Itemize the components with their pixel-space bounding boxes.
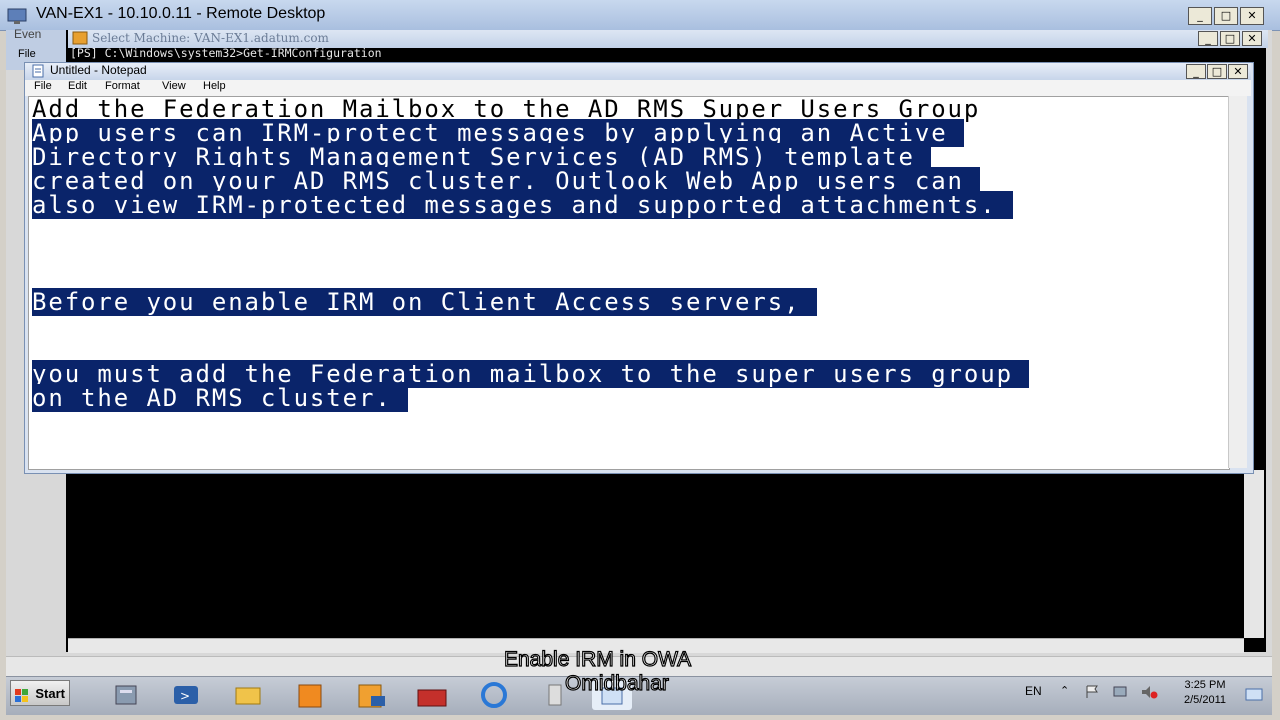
notepad-text-area[interactable]: Add the Federation Mailbox to the AD RMS…	[28, 96, 1230, 470]
powershell-icon[interactable]: >	[166, 680, 206, 710]
show-desktop-button[interactable]	[1244, 682, 1264, 706]
tray-expand-icon[interactable]: ⌃	[1060, 684, 1074, 698]
powershell-title: Select Machine: VAN-EX1.adatum.com	[92, 31, 329, 45]
start-button[interactable]: Start	[10, 680, 70, 706]
notepad-text-line: also view IRM-protected messages and sup…	[32, 191, 1013, 219]
selected-text: also view IRM-protected messages and sup…	[32, 191, 1013, 219]
notepad-close-button[interactable]: ✕	[1228, 64, 1248, 79]
notepad-minimize-button[interactable]: _	[1186, 64, 1206, 79]
internet-explorer-icon[interactable]	[474, 680, 514, 710]
remote-desktop-icon	[6, 7, 30, 25]
remote-desktop-title: VAN-EX1 - 10.10.0.11 - Remote Desktop	[36, 5, 326, 22]
flag-icon[interactable]	[1084, 684, 1102, 700]
server-manager-icon[interactable]	[106, 680, 146, 710]
svg-text:>: >	[180, 689, 190, 703]
notepad-titlebar[interactable]	[25, 63, 1251, 80]
notepad-vertical-scrollbar[interactable]	[1228, 96, 1247, 468]
menu-file[interactable]: File	[34, 80, 52, 92]
video-caption-author: Omidbahar	[564, 671, 669, 695]
notepad-text-line: you must add the Federation mailbox to t…	[32, 360, 1030, 388]
tray-time[interactable]: 3:25 PM	[1180, 679, 1230, 691]
selected-text: Before you enable IRM on Client Access s…	[32, 288, 817, 316]
menu-help[interactable]: Help	[203, 80, 226, 92]
rd-minimize-button[interactable]: _	[1188, 7, 1212, 25]
powershell-command-line: [PS] C:\Windows\system32>Get-IRMConfigur…	[70, 46, 382, 60]
ps-maximize-button[interactable]: □	[1220, 31, 1240, 46]
windows-logo-icon	[15, 686, 29, 702]
notepad-app-icon	[31, 64, 45, 78]
ps-close-button[interactable]: ✕	[1242, 31, 1262, 46]
powershell-vertical-scrollbar[interactable]	[1244, 470, 1264, 638]
menu-view[interactable]: View	[162, 80, 186, 92]
notepad-text-line: created on your AD RMS cluster. Outlook …	[32, 167, 981, 195]
rd-close-button[interactable]: ✕	[1240, 7, 1264, 25]
notepad-maximize-button[interactable]: □	[1207, 64, 1227, 79]
notepad-text-line: Add the Federation Mailbox to the AD RMS…	[32, 97, 980, 121]
network-icon[interactable]	[1112, 684, 1130, 700]
rd-maximize-button[interactable]: □	[1214, 7, 1238, 25]
exchange-shell-icon[interactable]	[351, 680, 391, 710]
tray-date[interactable]: 2/5/2011	[1178, 694, 1232, 706]
menu-edit[interactable]: Edit	[68, 80, 87, 92]
notepad-title: Untitled - Notepad	[50, 63, 147, 77]
exchange-console-icon[interactable]	[289, 680, 329, 710]
event-viewer-file-menu[interactable]: File	[18, 48, 36, 60]
event-viewer-title: Even	[14, 27, 42, 41]
tray-language[interactable]: EN	[1025, 684, 1042, 698]
toolbox-icon[interactable]	[412, 680, 452, 710]
menu-format[interactable]: Format	[105, 80, 140, 92]
notepad-text-line: on the AD RMS cluster.	[32, 384, 409, 412]
video-caption-title: Enable IRM in OWA	[503, 647, 692, 671]
start-label: Start	[35, 686, 65, 701]
explorer-icon[interactable]	[228, 680, 268, 710]
notepad-text-line: Directory Rights Management Services (AD…	[32, 143, 932, 171]
notepad-text-line: App users can IRM-protect messages by ap…	[32, 119, 964, 147]
exchange-shell-icon	[72, 31, 88, 45]
selected-text: on the AD RMS cluster.	[32, 384, 409, 412]
ps-minimize-button[interactable]: _	[1198, 31, 1218, 46]
notepad-text-line: Before you enable IRM on Client Access s…	[32, 288, 817, 316]
speaker-muted-icon[interactable]	[1140, 684, 1158, 700]
